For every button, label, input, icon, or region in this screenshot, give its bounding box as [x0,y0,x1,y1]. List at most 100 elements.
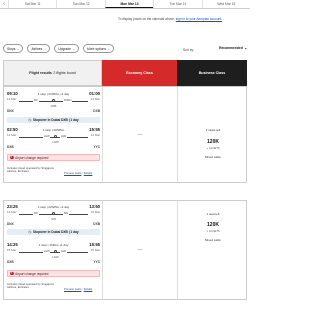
flight-results-header: Flight results 2 flights found [3,60,102,86]
airport-change-alert: ! Airport change required [7,154,100,161]
flight-result-card: 09:10 1 stop | 21h50m +1 day 01:00 13 Ma… [3,86,247,183]
more-options-filter-button[interactable]: More options ⌄ [82,44,115,53]
cabin-type: Mixed cabin [204,238,221,242]
departure-time: 23:25 [7,204,18,209]
origin-airport: DXB [7,145,14,149]
notice-text: To display prices on the calendar above, [118,17,176,21]
business-fare-cell[interactable]: 2 seats left 120K + CA $275 Mixed cabin [178,87,248,182]
departure-date: 13 Mar [7,96,17,101]
departure-date: 15 Mar [7,247,17,252]
arrival-time: 15:55 [89,127,100,132]
clock-icon: ◷ [28,230,32,234]
airlines-filter-button[interactable]: Airlines ⌄ [27,44,51,53]
preview-seats-link[interactable]: Preview seats [64,171,81,175]
filter-bar: Stops ⌄ Airlines ⌄ Upgrade ⌄ More option… [3,44,115,53]
route-marker-right: LHR [60,134,67,138]
prev-date-arrow-icon[interactable]: ‹ [0,0,8,8]
flight-results-title: Flight results [29,71,52,75]
business-class-header[interactable]: Business Class [177,60,247,86]
economy-class-header[interactable]: Economy Class [102,60,177,86]
tax-amount: + CA $275 [206,145,220,150]
sort-select-value: Recommended [219,45,243,50]
sort-by-label: Sort by: [183,48,194,52]
economy-fare-cell: — [103,87,178,182]
arrival-date: 15 Mar [90,247,100,252]
chevron-down-icon: ⌄ [72,46,75,51]
airport-change-alert: ! Airport change required [7,270,100,277]
departure-date: 13 Mar [7,209,17,214]
departure-time: 09:10 [7,91,18,96]
arrival-date: 14 Mar [90,96,100,101]
outbound-segment[interactable]: 09:10 1 stop | 21h50m +1 day 01:00 13 Ma… [7,91,100,113]
alert-text: Airport change required [15,155,49,160]
sign-in-link[interactable]: sign in to your Aeroplan account. [176,17,222,21]
card-links: Preview seats|Details [64,287,92,291]
route-marker-left: S/K [33,211,39,215]
origin-airport: DNX [7,222,14,226]
arrival-time: 01:00 [89,91,100,96]
chevron-down-icon: ⌄ [244,45,247,50]
origin-airport: DNX [7,109,14,113]
stops-duration: 1 stop | 22h25m +1 day [37,204,70,209]
tax-amount: + CA $275 [206,228,220,233]
outbound-segment[interactable]: 23:25 1 stop | 22h25m +1 day 13:50 13 Ma… [7,204,100,226]
seats-left: 1 seat left [206,212,220,216]
upgrade-filter-button[interactable]: Upgrade ⌄ [54,44,79,53]
stop-airport-code: SIN [51,216,56,221]
departure-date: 14 Mar [7,132,17,137]
details-link[interactable]: Details [84,171,93,175]
origin-airport: DXB [7,260,14,264]
departure-time: 14:25 [7,242,18,247]
points-price: 120K [207,222,219,228]
warning-icon: ! [10,155,14,160]
sort-select[interactable]: Recommended ⌄ [210,43,247,52]
stop-airport-code: LGW [52,139,59,144]
operated-by-text: Includes travel operated by Singapore Ai… [7,282,55,290]
chevron-down-icon: ⌄ [43,46,47,51]
stop-airport-code: DXB [50,103,57,108]
upgrade-filter-label: Upgrade [58,46,71,51]
date-tab-tue-mar-14[interactable]: Tue Mar 14 [153,0,201,8]
points-price: 120K [207,139,219,145]
return-segment[interactable]: 14:25 1 stop | 1h30m +1 day 15:55 15 Mar… [7,242,100,264]
flights-found-count: 2 flights found [53,71,76,75]
date-tab-mon-mar-13[interactable]: Mon Mar 13 [104,0,154,8]
route-marker-left: LGW [43,249,51,253]
card-links: Preview seats|Details [64,171,92,175]
chevron-down-icon: ⌄ [107,46,111,51]
arrival-time: 13:50 [89,204,100,209]
details-link[interactable]: Details [84,287,93,291]
stops-filter-button[interactable]: Stops ⌄ [3,44,24,53]
results-table-header: Flight results 2 flights found Economy C… [3,60,247,86]
date-tab-wed-mar-15[interactable]: Wed Mar 15 [201,0,250,8]
return-segment[interactable]: 02:50 1 stop | 20h05m 15:55 14 Mar 14 Ma… [7,127,100,149]
chevron-down-icon: ⌄ [16,46,20,51]
stops-duration: 1 stop | 1h30m +1 day [38,242,69,247]
arrival-date: 14 Mar [90,132,100,137]
destination-airport: DXB [93,109,100,113]
stopover-text: Stopover in Dubai DXB | 1 day [32,230,79,234]
departure-time: 02:50 [7,127,18,132]
date-tab-sat-mar-11[interactable]: Sat Mar 11 [8,0,56,8]
stops-filter-label: Stops [7,46,16,51]
arrival-date: 15 Mar [90,209,100,214]
more-options-filter-label: More options [86,46,107,51]
stopover-text: Stopover in Dubai DXB | 1 day [32,118,79,122]
stop-airport-code: LGW [52,254,59,259]
arrival-time: 15:55 [89,242,100,247]
itinerary-column: 23:25 1 stop | 22h25m +1 day 13:50 13 Ma… [4,201,103,299]
economy-fare-cell: — [103,201,178,299]
stops-duration: 1 stop | 21h50m +1 day [37,91,70,96]
date-tab-sun-mar-12[interactable]: Sun Mar 12 [56,0,104,8]
destination-airport: YYC [93,145,100,149]
airlines-filter-label: Airlines [31,46,43,51]
itinerary-column: 09:10 1 stop | 21h50m +1 day 01:00 13 Ma… [4,87,103,182]
route-marker-right: SIN [63,211,69,215]
destination-airport: DXB [93,222,100,226]
business-fare-cell[interactable]: 1 seat left 120K + CA $275 Mixed cabin [178,201,248,299]
calendar-price-notice: To display prices on the calendar above,… [118,17,222,21]
route-marker-left: S/K [33,98,39,102]
clock-icon: ◷ [28,118,32,122]
preview-seats-link[interactable]: Preview seats [64,287,81,291]
warning-icon: ! [10,271,14,276]
